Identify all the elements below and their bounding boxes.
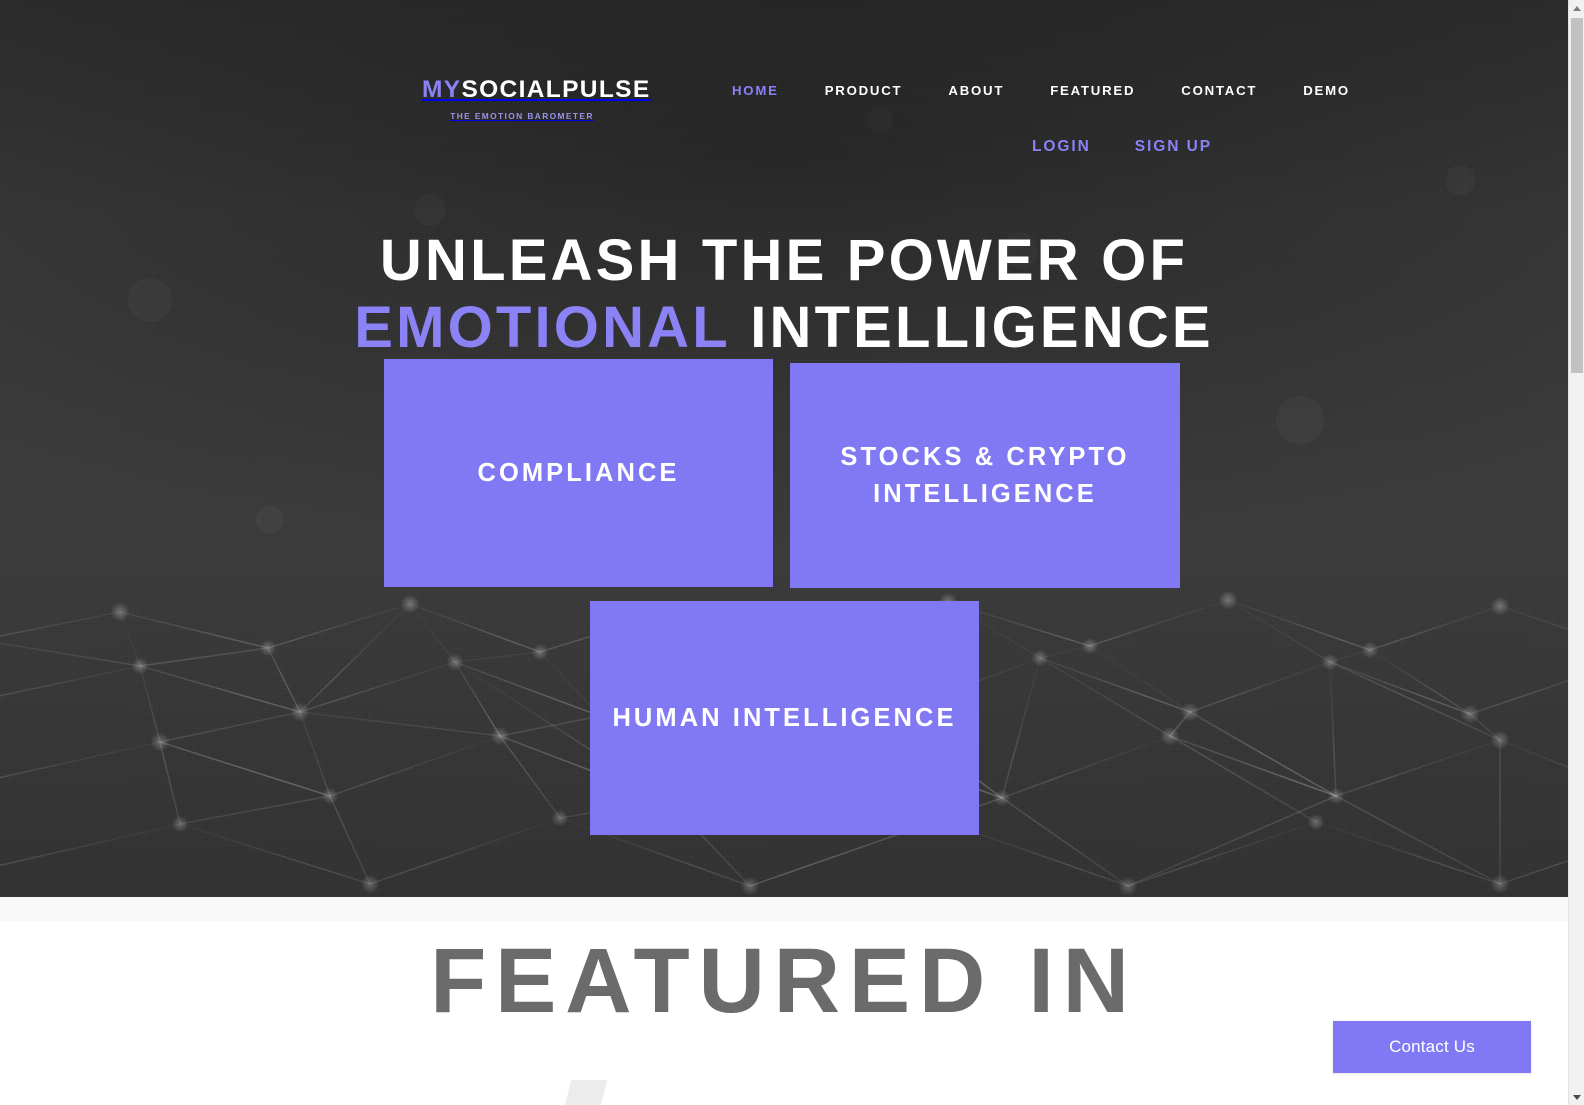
logo-tagline: THE EMOTION BAROMETER [450, 110, 594, 121]
nav-item-contact[interactable]: CONTACT [1158, 83, 1280, 98]
section-divider-strip [0, 897, 1568, 921]
contact-us-button[interactable]: Contact Us [1333, 1021, 1531, 1073]
card-label: STOCKS & CRYPTO INTELLIGENCE [840, 442, 1130, 508]
site-logo[interactable]: MYSOCIALPULSE THE EMOTION BAROMETER [422, 76, 649, 121]
primary-navigation: HOME PRODUCT ABOUT FEATURED CONTACT DEMO [720, 83, 1373, 98]
scroll-up-arrow-icon[interactable] [1569, 0, 1584, 16]
scroll-down-arrow-icon[interactable] [1569, 1089, 1584, 1105]
scrollbar-thumb[interactable] [1571, 18, 1583, 373]
nav-item-demo[interactable]: DEMO [1280, 83, 1373, 98]
partner-logo-placeholder [564, 1080, 608, 1105]
nav-item-about[interactable]: ABOUT [925, 83, 1027, 98]
card-compliance[interactable]: COMPLIANCE [384, 359, 773, 587]
logo-suffix: SOCIALPULSE [461, 76, 651, 103]
featured-in-title: FEATURED IN [430, 930, 1138, 1032]
page-root: MYSOCIALPULSE THE EMOTION BAROMETER HOME… [0, 0, 1568, 1105]
auth-links: LOGIN SIGN UP [1010, 138, 1234, 156]
hero-section: MYSOCIALPULSE THE EMOTION BAROMETER HOME… [0, 0, 1568, 897]
card-human-intelligence[interactable]: HUMAN INTELLIGENCE [590, 601, 979, 835]
site-header: MYSOCIALPULSE THE EMOTION BAROMETER HOME… [0, 0, 1568, 190]
nav-item-featured[interactable]: FEATURED [1027, 83, 1158, 98]
logo-wordmark: MYSOCIALPULSE [422, 76, 649, 103]
card-label: HUMAN INTELLIGENCE [612, 703, 957, 732]
login-link[interactable]: LOGIN [1010, 138, 1113, 156]
card-label: COMPLIANCE [477, 458, 680, 487]
vertical-scrollbar[interactable] [1568, 0, 1584, 1105]
featured-in-section: FEATURED IN [0, 897, 1568, 1105]
card-stocks-and-crypto-intelligence[interactable]: STOCKS & CRYPTO INTELLIGENCE [790, 363, 1180, 588]
nav-item-home[interactable]: HOME [720, 83, 802, 98]
nav-item-product[interactable]: PRODUCT [802, 83, 926, 98]
logo-prefix: MY [422, 76, 462, 103]
signup-link[interactable]: SIGN UP [1113, 138, 1234, 156]
